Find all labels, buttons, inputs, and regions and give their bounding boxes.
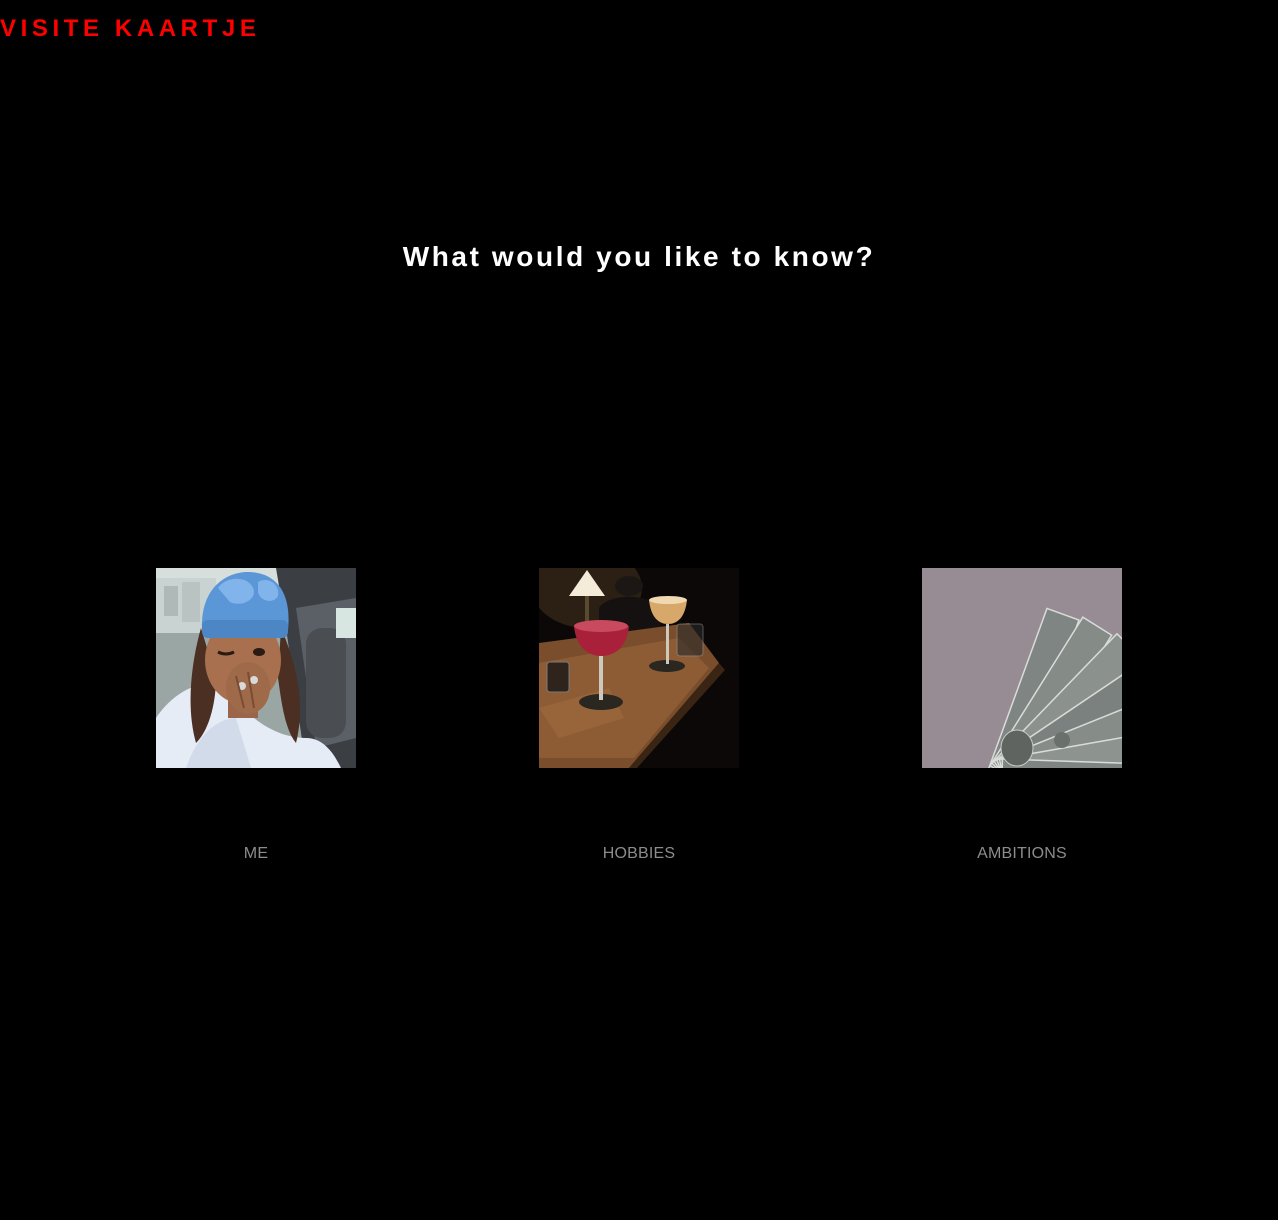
tile-ambitions[interactable]: AMBITIONS <box>922 568 1122 863</box>
hobbies-image[interactable] <box>539 568 739 768</box>
me-label[interactable]: ME <box>156 845 356 863</box>
page-heading: What would you like to know? <box>402 241 876 272</box>
hobbies-label[interactable]: HOBBIES <box>539 845 739 863</box>
tile-hobbies[interactable]: HOBBIES <box>539 568 739 863</box>
ambitions-label[interactable]: AMBITIONS <box>922 845 1122 863</box>
money-photo <box>922 568 1122 768</box>
cocktails-photo <box>539 568 739 768</box>
tile-me[interactable]: ME <box>156 568 356 863</box>
brand-logo-link[interactable]: VISITE KAARTJE <box>0 14 260 44</box>
ambitions-image[interactable] <box>922 568 1122 768</box>
me-image[interactable] <box>156 568 356 768</box>
selfie-photo <box>156 568 356 768</box>
